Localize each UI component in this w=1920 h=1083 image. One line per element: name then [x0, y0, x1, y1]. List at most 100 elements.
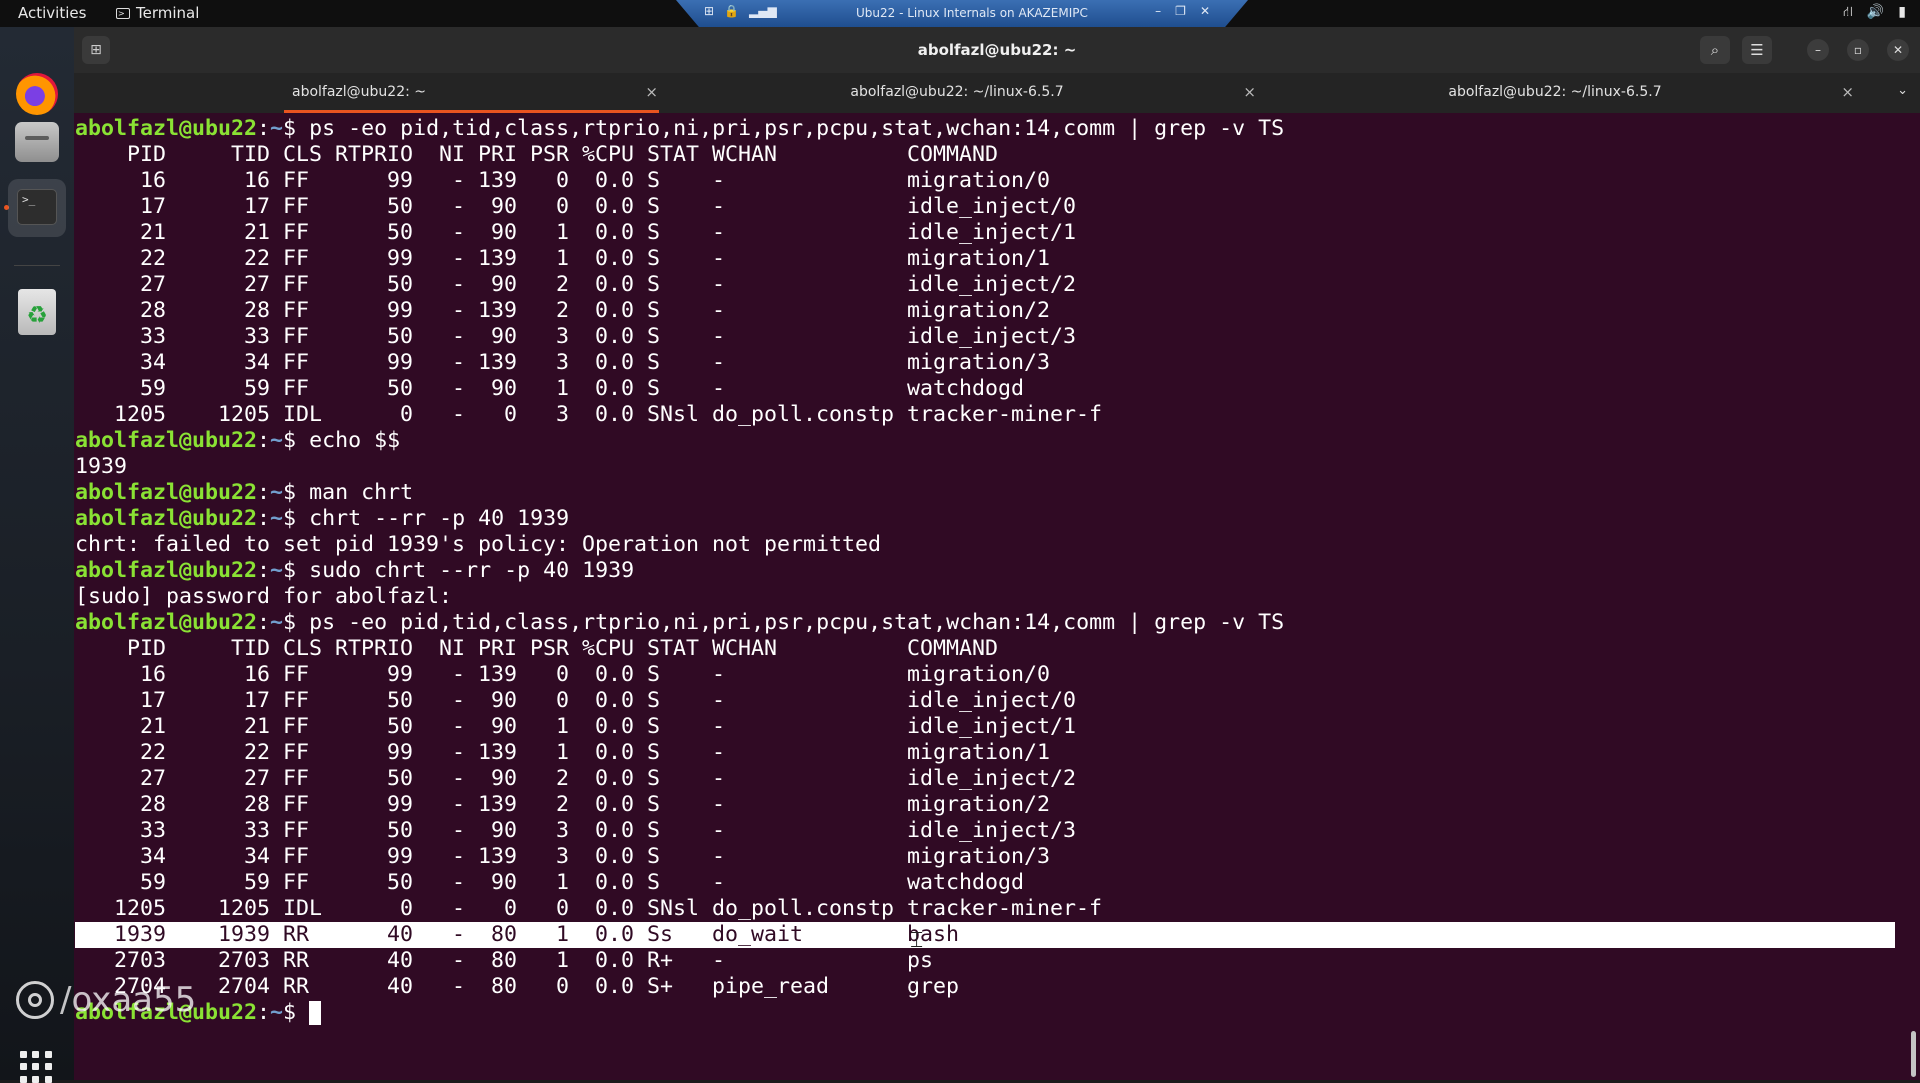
output-line: chrt: failed to set pid 1939's policy: O…	[75, 532, 882, 557]
prompt-user: abolfazl@ubu22	[75, 506, 258, 531]
output-line: 1205 1205 IDL 0 - 0 3 0.0 SNsl do_poll.c…	[75, 402, 1103, 427]
output-line: 59 59 FF 50 - 90 1 0.0 S - watchdogd	[75, 870, 1025, 895]
output-line: 34 34 FF 99 - 139 3 0.0 S - migration/3	[75, 844, 1051, 869]
output-line: 17 17 FF 50 - 90 0 0.0 S - idle_inject/0	[75, 688, 1077, 713]
close-icon[interactable]: ✕	[1200, 4, 1210, 18]
output-line: 2704 2704 RR 40 - 80 0 0.0 S+ pipe_read …	[75, 974, 960, 999]
close-button[interactable]: ✕	[1887, 39, 1909, 61]
system-tray[interactable]: ⛙ 🔊 ▮	[1843, 4, 1906, 22]
output-line: 17 17 FF 50 - 90 0 0.0 S - idle_inject/0	[75, 194, 1077, 219]
prompt-line: abolfazl@ubu22:~$ man chrt	[75, 480, 413, 506]
remote-session-title: Ubu22 - Linux Internals on AKAZEMIPC	[856, 6, 1088, 20]
prompt-separator: :	[257, 116, 271, 141]
app-menu-label: Terminal	[136, 4, 200, 22]
window-title: abolfazl@ubu22: ~	[917, 41, 1077, 59]
prompt-line: abolfazl@ubu22:~$ echo $$	[75, 428, 400, 454]
prompt-separator: :	[257, 558, 271, 583]
prompt-line: abolfazl@ubu22:~$ sudo chrt --rr -p 40 1…	[75, 558, 634, 584]
restore-icon[interactable]: ❐	[1175, 4, 1186, 18]
output-line: 34 34 FF 99 - 139 3 0.0 S - migration/3	[75, 350, 1051, 375]
prompt-path: ~	[270, 428, 284, 453]
channel-watermark: /oxaa55	[16, 980, 196, 1020]
prompt-dollar: $	[283, 480, 310, 505]
output-line: 21 21 FF 50 - 90 1 0.0 S - idle_inject/1	[75, 714, 1077, 739]
output-line: 1939 1939 RR 40 - 80 1 0.0 Ss do_wait ba…	[75, 922, 960, 947]
activities-button[interactable]: Activities	[18, 4, 86, 22]
tab-close-icon[interactable]: ×	[1243, 83, 1256, 101]
show-apps-grid-icon[interactable]	[20, 1051, 52, 1083]
output-line: 16 16 FF 99 - 139 0 0.0 S - migration/0	[75, 168, 1051, 193]
command-text: man chrt	[309, 480, 414, 505]
prompt-dollar: $	[283, 610, 310, 635]
command-text: ps -eo pid,tid,class,rtprio,ni,pri,psr,p…	[309, 116, 1285, 141]
channel-logo-icon	[16, 981, 54, 1019]
output-line: 2703 2703 RR 40 - 80 1 0.0 R+ - ps	[75, 948, 934, 973]
header-bar: ⊞ abolfazl@ubu22: ~ ⌕ ☰ – ▫ ✕	[74, 27, 1920, 73]
output-line: 27 27 FF 50 - 90 2 0.0 S - idle_inject/2	[75, 766, 1077, 791]
prompt-user: abolfazl@ubu22	[75, 116, 258, 141]
prompt-separator: :	[257, 610, 271, 635]
command-text: sudo chrt --rr -p 40 1939	[309, 558, 635, 583]
lock-icon[interactable]: 🔒	[724, 4, 739, 18]
pin-icon[interactable]: ⊞	[704, 4, 714, 18]
terminal-output[interactable]: abolfazl@ubu22:~$ ps -eo pid,tid,class,r…	[74, 116, 1920, 1080]
prompt-user: abolfazl@ubu22	[75, 558, 258, 583]
output-line: 16 16 FF 99 - 139 0 0.0 S - migration/0	[75, 662, 1051, 687]
tab-bar: abolfazl@ubu22: ~ × abolfazl@ubu22: ~/li…	[74, 73, 1920, 113]
volume-icon[interactable]: 🔊	[1867, 4, 1884, 22]
search-icon[interactable]: ⌕	[1700, 36, 1730, 64]
minimize-icon[interactable]: –	[1155, 4, 1161, 18]
dock-separator	[14, 265, 60, 266]
tab-list-chevron-down-icon[interactable]: ⌄	[1897, 83, 1908, 98]
prompt-line: abolfazl@ubu22:~$ ps -eo pid,tid,class,r…	[75, 116, 1284, 142]
prompt-dollar: $	[283, 116, 310, 141]
signal-icon: ▂▄▆	[749, 4, 777, 18]
terminal-dock-icon[interactable]: >_	[8, 179, 66, 237]
tab-label: abolfazl@ubu22: ~/linux-6.5.7	[850, 84, 1064, 100]
command-text: ps -eo pid,tid,class,rtprio,ni,pri,psr,p…	[309, 610, 1285, 635]
command-text: echo $$	[309, 428, 401, 453]
prompt-user: abolfazl@ubu22	[75, 610, 258, 635]
tab-close-icon[interactable]: ×	[645, 83, 658, 101]
command-text: chrt --rr -p 40 1939	[309, 506, 570, 531]
prompt-dollar: $	[283, 1000, 310, 1025]
network-icon[interactable]: ⛙	[1843, 4, 1853, 22]
dock: >_ ♻	[0, 27, 74, 1083]
output-line: 27 27 FF 50 - 90 2 0.0 S - idle_inject/2	[75, 272, 1077, 297]
remote-desktop-bar: ⊞ 🔒 ▂▄▆ Ubu22 - Linux Internals on AKAZE…	[676, 0, 1248, 27]
output-line: PID TID CLS RTPRIO NI PRI PSR %CPU STAT …	[75, 636, 999, 661]
output-line: [sudo] password for abolfazl:	[75, 584, 453, 609]
tab-close-icon[interactable]: ×	[1841, 83, 1854, 101]
output-line: 33 33 FF 50 - 90 3 0.0 S - idle_inject/3	[75, 324, 1077, 349]
prompt-user: abolfazl@ubu22	[75, 480, 258, 505]
app-menu[interactable]: > Terminal	[116, 4, 199, 22]
hamburger-menu-icon[interactable]: ☰	[1742, 36, 1772, 64]
minimize-button[interactable]: –	[1807, 39, 1829, 61]
tab-linux-1[interactable]: abolfazl@ubu22: ~/linux-6.5.7 ×	[672, 73, 1270, 113]
trash-icon[interactable]: ♻	[18, 289, 56, 335]
prompt-path: ~	[270, 1000, 284, 1025]
terminal-window: ⊞ abolfazl@ubu22: ~ ⌕ ☰ – ▫ ✕ abolfazl@u…	[74, 27, 1920, 1080]
output-line: 21 21 FF 50 - 90 1 0.0 S - idle_inject/1	[75, 220, 1077, 245]
prompt-user: abolfazl@ubu22	[75, 428, 258, 453]
tab-label: abolfazl@ubu22: ~/linux-6.5.7	[1448, 84, 1662, 100]
prompt-path: ~	[270, 480, 284, 505]
tab-linux-2[interactable]: abolfazl@ubu22: ~/linux-6.5.7 ×	[1270, 73, 1868, 113]
prompt-path: ~	[270, 506, 284, 531]
prompt-path: ~	[270, 610, 284, 635]
prompt-separator: :	[257, 480, 271, 505]
output-line: 33 33 FF 50 - 90 3 0.0 S - idle_inject/3	[75, 818, 1077, 843]
text-cursor	[309, 1001, 322, 1025]
firefox-icon[interactable]	[16, 73, 58, 115]
tab-label: abolfazl@ubu22: ~	[291, 84, 426, 100]
prompt-separator: :	[257, 1000, 271, 1025]
prompt-line: abolfazl@ubu22:~$ chrt --rr -p 40 1939	[75, 506, 569, 532]
battery-icon[interactable]: ▮	[1898, 4, 1906, 22]
output-line: PID TID CLS RTPRIO NI PRI PSR %CPU STAT …	[75, 142, 999, 167]
prompt-path: ~	[270, 116, 284, 141]
tab-home[interactable]: abolfazl@ubu22: ~ ×	[74, 73, 672, 113]
scrollbar[interactable]	[1911, 1031, 1916, 1077]
maximize-button[interactable]: ▫	[1847, 39, 1869, 61]
files-icon[interactable]	[15, 122, 59, 162]
prompt-path: ~	[270, 558, 284, 583]
